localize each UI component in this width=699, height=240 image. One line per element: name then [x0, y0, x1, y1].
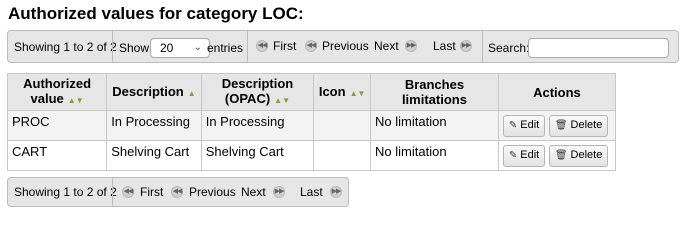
- divider: [247, 31, 248, 62]
- table-row: PROC In Processing In Processing No limi…: [6, 110, 617, 141]
- edit-button[interactable]: ✎ Edit: [502, 145, 546, 167]
- sort-up-icon: ▲: [187, 88, 196, 98]
- table-header-row: Authorized value ▲▼ Description ▲ Descript…: [6, 73, 617, 111]
- show-label: Show: [119, 41, 150, 55]
- pencil-icon: ✎: [508, 120, 518, 131]
- search-input[interactable]: [528, 38, 669, 58]
- cell-authorized-value: CART: [6, 140, 108, 171]
- sort-arrows-icon: ▲▼: [274, 96, 291, 105]
- cell-branches: No limitation: [370, 140, 499, 171]
- sort-arrows-icon: ▲▼: [349, 88, 366, 98]
- next-page-link[interactable]: Next: [374, 39, 399, 53]
- authorized-values-table: Authorized value ▲▼ Description ▲ Descript…: [6, 73, 617, 171]
- table-toolbar-bottom: Showing 1 to 2 of 2 ◀◀ First ◀◀ Previous…: [7, 177, 349, 207]
- column-header-actions: Actions: [497, 73, 617, 111]
- chevron-down-icon: ⌄: [193, 42, 202, 53]
- page-size-value: 20: [160, 41, 174, 55]
- previous-page-link[interactable]: Previous: [189, 185, 236, 199]
- fast-forward-icon: ▶▶: [330, 186, 342, 198]
- divider: [482, 31, 483, 62]
- rewind-icon: ◀◀: [171, 186, 183, 198]
- divider: [112, 178, 113, 206]
- column-header-description-opac[interactable]: Description (OPAC) ▲▼: [200, 73, 315, 111]
- cell-icon: [313, 140, 372, 171]
- page-size-select[interactable]: 20 ⌄: [150, 38, 210, 58]
- cell-description: Shelving Cart: [106, 140, 202, 171]
- column-header-branches-limitations: Branches limitations: [370, 73, 499, 111]
- showing-info: Showing 1 to 2 of 2: [14, 185, 117, 199]
- column-header-authorized-value[interactable]: Authorized value ▲▼: [6, 73, 108, 111]
- pencil-icon: ✎: [508, 150, 518, 161]
- table-row: CART Shelving Cart Shelving Cart No limi…: [6, 140, 617, 171]
- next-page-link[interactable]: Next: [241, 185, 266, 199]
- fast-forward-icon: ▶▶: [273, 186, 285, 198]
- cell-actions: ✎ Edit 🗑 Delete: [497, 110, 617, 141]
- last-page-link[interactable]: Last: [300, 185, 323, 199]
- cell-branches: No limitation: [370, 110, 499, 141]
- cell-description-opac: Shelving Cart: [200, 140, 315, 171]
- first-page-link[interactable]: First: [140, 185, 163, 199]
- previous-page-link[interactable]: Previous: [322, 39, 369, 53]
- cell-description: In Processing: [106, 110, 202, 141]
- entries-label: entries: [207, 41, 244, 55]
- cell-actions: ✎ Edit 🗑 Delete: [497, 140, 617, 171]
- last-page-link[interactable]: Last: [433, 39, 456, 53]
- first-page-link[interactable]: First: [273, 39, 296, 53]
- trash-icon: 🗑: [554, 120, 568, 131]
- edit-button[interactable]: ✎ Edit: [502, 115, 546, 137]
- column-header-description[interactable]: Description ▲: [106, 73, 202, 111]
- fast-forward-icon: ▶▶: [405, 40, 417, 52]
- trash-icon: 🗑: [554, 150, 568, 161]
- cell-description-opac: In Processing: [200, 110, 315, 141]
- delete-button[interactable]: 🗑 Delete: [548, 115, 609, 137]
- rewind-icon: ◀◀: [122, 186, 134, 198]
- page-title: Authorized values for category LOC:: [8, 4, 304, 23]
- fast-forward-icon: ▶▶: [460, 40, 472, 52]
- rewind-icon: ◀◀: [256, 40, 268, 52]
- cell-icon: [313, 110, 372, 141]
- table-toolbar-top: Showing 1 to 2 of 2 Show 20 ⌄ entries ◀◀…: [7, 30, 679, 63]
- divider: [112, 31, 113, 62]
- sort-arrows-icon: ▲▼: [67, 96, 84, 105]
- delete-button[interactable]: 🗑 Delete: [548, 145, 609, 167]
- search-label: Search:: [488, 41, 530, 55]
- showing-info: Showing 1 to 2 of 2: [14, 40, 117, 54]
- cell-authorized-value: PROC: [6, 110, 108, 141]
- column-header-icon[interactable]: Icon ▲▼: [313, 73, 372, 111]
- rewind-icon: ◀◀: [305, 40, 317, 52]
